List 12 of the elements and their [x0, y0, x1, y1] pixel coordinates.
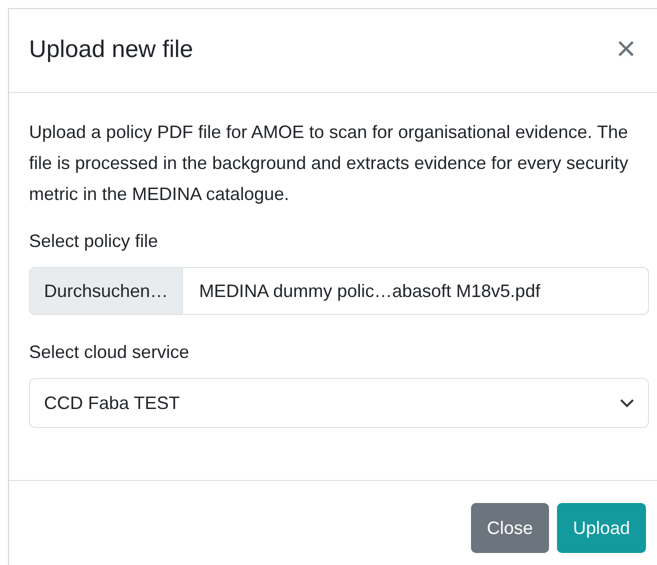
select-value: CCD Faba TEST	[44, 392, 180, 414]
cloud-service-select[interactable]: CCD Faba TEST	[29, 378, 649, 428]
description-text: Upload a policy PDF file for AMOE to scan for organisational evidence. The file is processed in the background and extracts evidence for every security metric in the MEDINA catalogue.	[29, 121, 629, 206]
field-label: Select policy file	[29, 230, 160, 253]
close-button[interactable]: Close	[470, 503, 549, 553]
field-label: Select cloud service	[29, 341, 190, 364]
browse-button[interactable]: Durchsuchen…	[30, 268, 184, 314]
dialog-title: Upload new file	[29, 36, 194, 65]
file-input[interactable]: Durchsuchen… MEDINA dummy polic…abasoft M18v5.pdf	[29, 267, 649, 315]
chevron-down-icon	[620, 398, 634, 408]
close-button[interactable]: ×	[616, 32, 648, 70]
file-name: MEDINA dummy polic…abasoft M18v5.pdf	[198, 280, 542, 303]
